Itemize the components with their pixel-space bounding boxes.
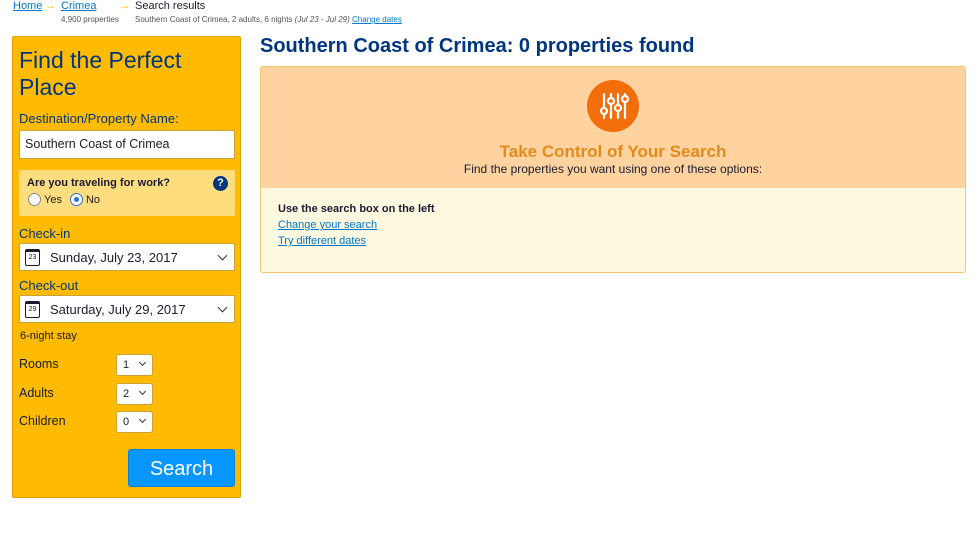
search-details-text: Southern Coast of Crimea, 2 adults, 6 ni…: [135, 15, 293, 24]
children-select[interactable]: 0: [116, 411, 153, 433]
destination-label: Destination/Property Name:: [19, 111, 179, 126]
breadcrumb-home-link[interactable]: Home: [13, 0, 42, 12]
chevron-down-icon: [138, 387, 147, 396]
checkin-date-select[interactable]: 23 Sunday, July 23, 2017: [19, 243, 235, 271]
breadcrumb-region-count: 4,900 properties: [61, 15, 119, 24]
checkout-label: Check-out: [19, 278, 79, 293]
panel-header: Take Control of Your Search Find the pro…: [261, 67, 965, 188]
calendar-icon: 29: [25, 301, 40, 318]
chevron-down-icon: [138, 415, 147, 424]
try-different-dates-link[interactable]: Try different dates: [278, 235, 366, 247]
checkout-date-select[interactable]: 29 Saturday, July 29, 2017: [19, 295, 235, 323]
rooms-label: Rooms: [19, 357, 59, 371]
breadcrumb-region-link[interactable]: Crimea: [61, 0, 96, 12]
help-icon[interactable]: ?: [213, 176, 228, 191]
adults-label: Adults: [19, 386, 54, 400]
work-travel-box: Are you traveling for work? ? Yes No: [19, 170, 235, 216]
option-search-box: Use the search box on the left: [278, 203, 435, 215]
change-dates-link[interactable]: Change dates: [352, 15, 402, 24]
checkin-label: Check-in: [19, 226, 71, 241]
breadcrumb-region: Crimea 4,900 properties: [61, 0, 119, 26]
chevron-down-icon: [217, 302, 228, 313]
work-no-radio[interactable]: [69, 193, 83, 206]
destination-input[interactable]: Southern Coast of Crimea: [19, 130, 235, 159]
sidebar-title: Find the Perfect Place: [19, 47, 182, 100]
adults-select[interactable]: 2: [116, 383, 153, 405]
chevron-down-icon: [217, 250, 228, 261]
breadcrumb-current-label: Search results: [135, 0, 206, 12]
work-yes-label[interactable]: Yes: [44, 194, 62, 206]
search-sidebar: Find the Perfect Place Destination/Prope…: [12, 36, 241, 498]
work-travel-question: Are you traveling for work?: [27, 177, 171, 189]
breadcrumb-arrow-icon: →: [119, 0, 130, 12]
rooms-select[interactable]: 1: [116, 354, 153, 376]
chevron-down-icon: [138, 358, 147, 367]
search-details-dates: (Jul 23 - Jul 29): [294, 15, 350, 24]
children-label: Children: [19, 414, 66, 428]
adults-value: 2: [123, 388, 130, 400]
sliders-icon: [587, 80, 639, 132]
breadcrumb-search-details: Southern Coast of Crimea, 2 adults, 6 ni…: [135, 14, 402, 26]
children-value: 0: [123, 416, 130, 428]
checkin-date-value: Sunday, July 23, 2017: [50, 250, 178, 265]
no-results-panel: Take Control of Your Search Find the pro…: [260, 66, 966, 273]
panel-heading: Take Control of Your Search: [499, 142, 727, 161]
panel-subheading: Find the properties you want using one o…: [463, 162, 763, 176]
breadcrumb-arrow-icon: →: [45, 0, 56, 12]
breadcrumb-home[interactable]: Home: [13, 0, 42, 13]
rooms-value: 1: [123, 359, 130, 371]
breadcrumb-current: Search results Southern Coast of Crimea,…: [135, 0, 402, 26]
work-no-label[interactable]: No: [86, 194, 100, 206]
checkout-date-value: Saturday, July 29, 2017: [50, 302, 186, 317]
search-button[interactable]: Search: [128, 449, 235, 487]
stay-length: 6-night stay: [20, 330, 77, 342]
change-search-link[interactable]: Change your search: [278, 219, 377, 231]
work-travel-options: Yes No: [28, 193, 108, 206]
page-title: Southern Coast of Crimea: 0 properties f…: [260, 35, 695, 57]
work-yes-radio[interactable]: [28, 193, 41, 206]
calendar-icon: 23: [25, 249, 40, 266]
